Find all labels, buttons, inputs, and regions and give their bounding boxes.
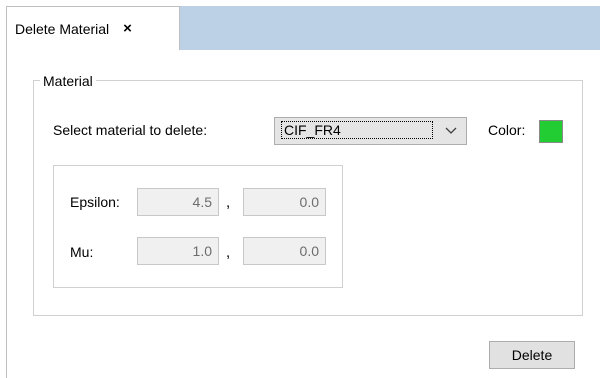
tab-delete-material[interactable]: Delete Material × — [6, 6, 180, 50]
mu-label: Mu: — [70, 244, 94, 260]
mu-imag-field[interactable]: 0.0 — [243, 237, 326, 265]
properties-box — [53, 165, 343, 288]
color-swatch[interactable] — [539, 120, 563, 143]
epsilon-separator: , — [226, 194, 231, 211]
select-material-label: Select material to delete: — [53, 122, 208, 138]
color-label: Color: — [488, 122, 526, 138]
material-select-value: CIF_FR4 — [281, 121, 433, 139]
chevron-down-icon[interactable] — [444, 122, 458, 138]
delete-button[interactable]: Delete — [489, 341, 575, 369]
close-icon[interactable]: × — [123, 20, 132, 37]
mu-separator: , — [226, 244, 231, 261]
epsilon-imag-field[interactable]: 0.0 — [243, 188, 326, 216]
content-border — [6, 50, 7, 378]
epsilon-label: Epsilon: — [70, 194, 120, 210]
epsilon-real-field[interactable]: 4.5 — [137, 188, 219, 216]
tab-bar-background — [180, 6, 600, 50]
mu-real-field[interactable]: 1.0 — [137, 237, 219, 265]
tab-bar: Delete Material × — [0, 0, 600, 50]
material-select[interactable]: CIF_FR4 — [274, 117, 467, 145]
material-group-title: Material — [40, 73, 96, 89]
tab-label: Delete Material — [15, 20, 110, 37]
delete-material-window: Delete Material × Material Select materi… — [0, 0, 600, 378]
